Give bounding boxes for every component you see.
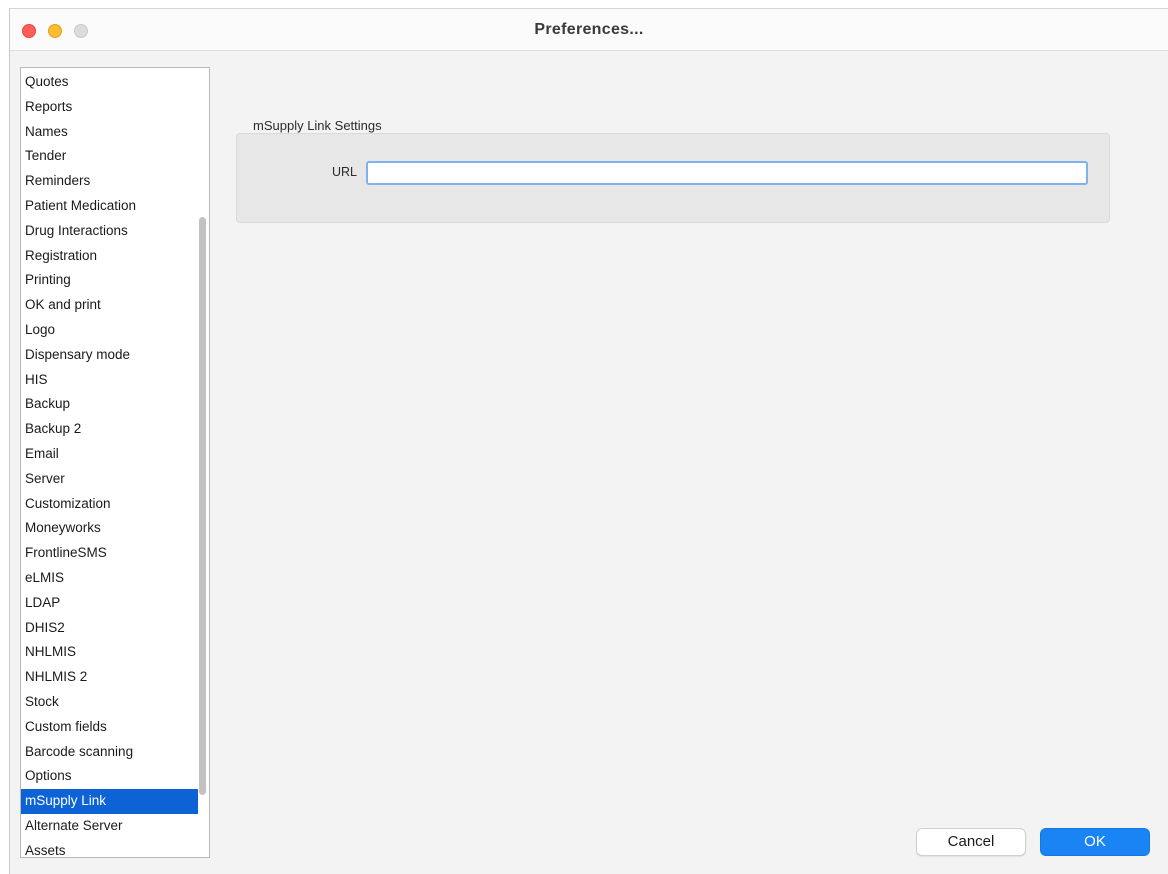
sidebar-item-customization[interactable]: Customization: [21, 492, 198, 517]
sidebar-scrollbar[interactable]: [197, 68, 209, 857]
preferences-window: Preferences... Quotes Reports Names Tender R…: [9, 8, 1168, 874]
sidebar-item-barcode-scanning[interactable]: Barcode scanning: [21, 740, 198, 765]
section-title: mSupply Link Settings: [253, 118, 382, 133]
preferences-sidebar[interactable]: Quotes Reports Names Tender Reminders Patient…: [20, 67, 210, 858]
sidebar-item-msupply-link[interactable]: mSupply Link: [21, 789, 198, 814]
sidebar-item-assets[interactable]: Assets: [21, 839, 198, 857]
title-bar[interactable]: Preferences...: [10, 9, 1168, 51]
sidebar-item-printing[interactable]: Printing: [21, 268, 198, 293]
sidebar-item-ok-and-print[interactable]: OK and print: [21, 293, 198, 318]
sidebar-item-quotes[interactable]: Quotes: [21, 70, 198, 95]
cancel-button[interactable]: Cancel: [916, 828, 1026, 856]
url-label: URL: [332, 165, 358, 179]
sidebar-item-stock[interactable]: Stock: [21, 690, 198, 715]
sidebar-item-frontlinesms[interactable]: FrontlineSMS: [21, 541, 198, 566]
sidebar-item-ldap[interactable]: LDAP: [21, 591, 198, 616]
sidebar-item-nhlmis[interactable]: NHLMIS: [21, 640, 198, 665]
sidebar-item-tender[interactable]: Tender: [21, 144, 198, 169]
sidebar-item-reports[interactable]: Reports: [21, 95, 198, 120]
sidebar-item-his[interactable]: HIS: [21, 368, 198, 393]
sidebar-item-registration[interactable]: Registration: [21, 244, 198, 269]
preferences-category-list: Quotes Reports Names Tender Reminders Patient…: [21, 70, 198, 857]
sidebar-item-server[interactable]: Server: [21, 467, 198, 492]
msupply-link-settings-group: URL: [236, 133, 1110, 223]
window-title: Preferences...: [534, 21, 644, 38]
url-input[interactable]: [366, 161, 1088, 185]
sidebar-item-elmis[interactable]: eLMIS: [21, 566, 198, 591]
sidebar-item-moneyworks[interactable]: Moneyworks: [21, 516, 198, 541]
sidebar-item-logo[interactable]: Logo: [21, 318, 198, 343]
sidebar-item-alternate-server[interactable]: Alternate Server: [21, 814, 198, 839]
sidebar-item-patient-medication[interactable]: Patient Medication: [21, 194, 198, 219]
sidebar-item-custom-fields[interactable]: Custom fields: [21, 715, 198, 740]
sidebar-item-reminders[interactable]: Reminders: [21, 169, 198, 194]
ok-button[interactable]: OK: [1040, 828, 1150, 856]
sidebar-item-names[interactable]: Names: [21, 120, 198, 145]
sidebar-item-dispensary-mode[interactable]: Dispensary mode: [21, 343, 198, 368]
sidebar-item-email[interactable]: Email: [21, 442, 198, 467]
sidebar-item-dhis2[interactable]: DHIS2: [21, 616, 198, 641]
sidebar-item-options[interactable]: Options: [21, 764, 198, 789]
sidebar-item-backup-2[interactable]: Backup 2: [21, 417, 198, 442]
sidebar-item-drug-interactions[interactable]: Drug Interactions: [21, 219, 198, 244]
sidebar-scrollbar-thumb[interactable]: [199, 217, 206, 795]
sidebar-item-backup[interactable]: Backup: [21, 392, 198, 417]
sidebar-item-nhlmis-2[interactable]: NHLMIS 2: [21, 665, 198, 690]
